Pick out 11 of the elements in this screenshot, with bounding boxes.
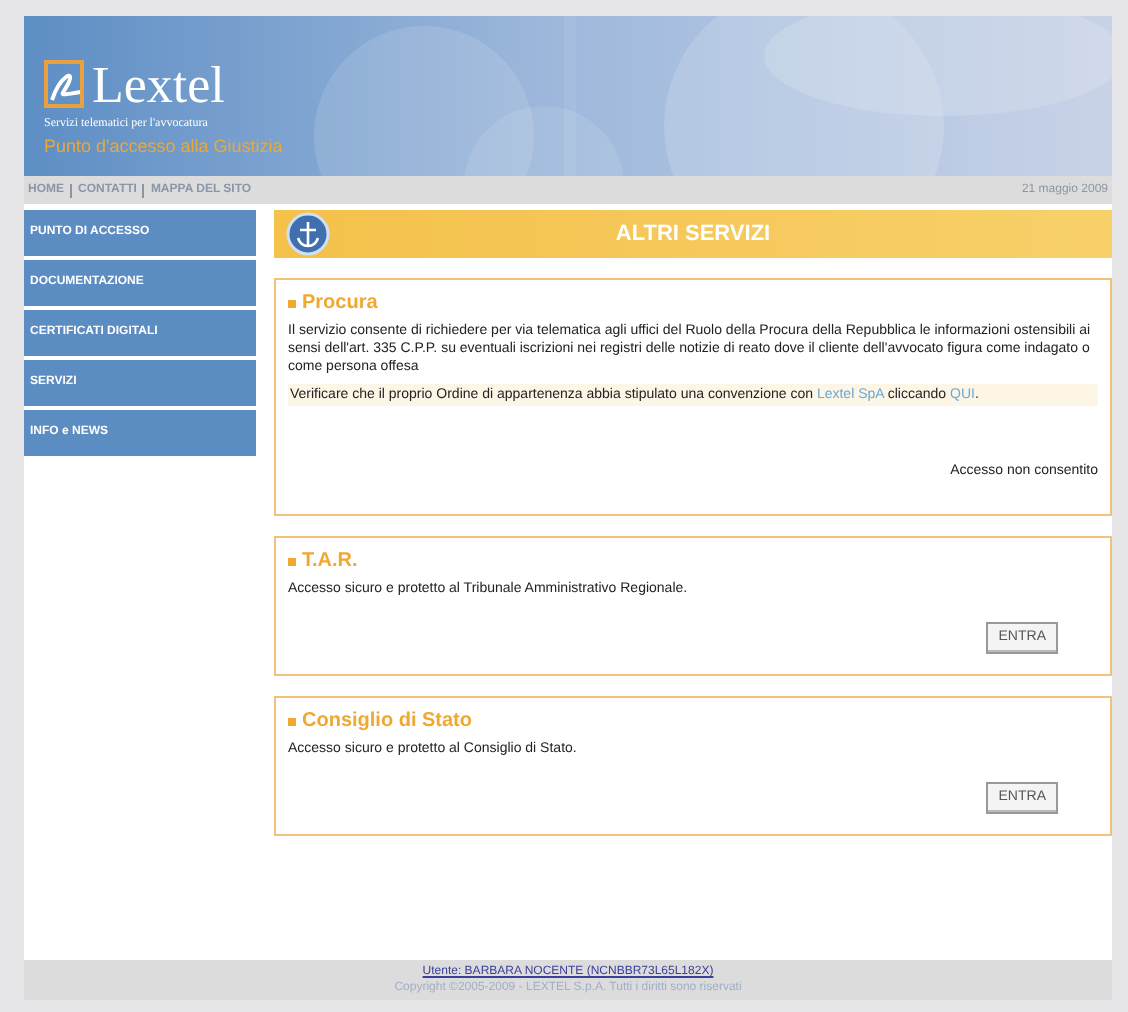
page-title: ALTRI SERVIZI [613, 219, 773, 250]
bullet-icon [288, 300, 296, 309]
bullet-icon [288, 558, 296, 567]
service-title: Consiglio di Stato [302, 710, 472, 735]
logo-text: Lextel [92, 60, 225, 112]
logo-icon [44, 60, 88, 112]
anchor-icon [286, 212, 330, 256]
subtitle: Punto d'accesso alla Giustizia [44, 138, 283, 156]
bullet-icon [288, 718, 296, 727]
service-title: Procura [302, 292, 378, 317]
service-title: T.A.R. [302, 550, 358, 575]
